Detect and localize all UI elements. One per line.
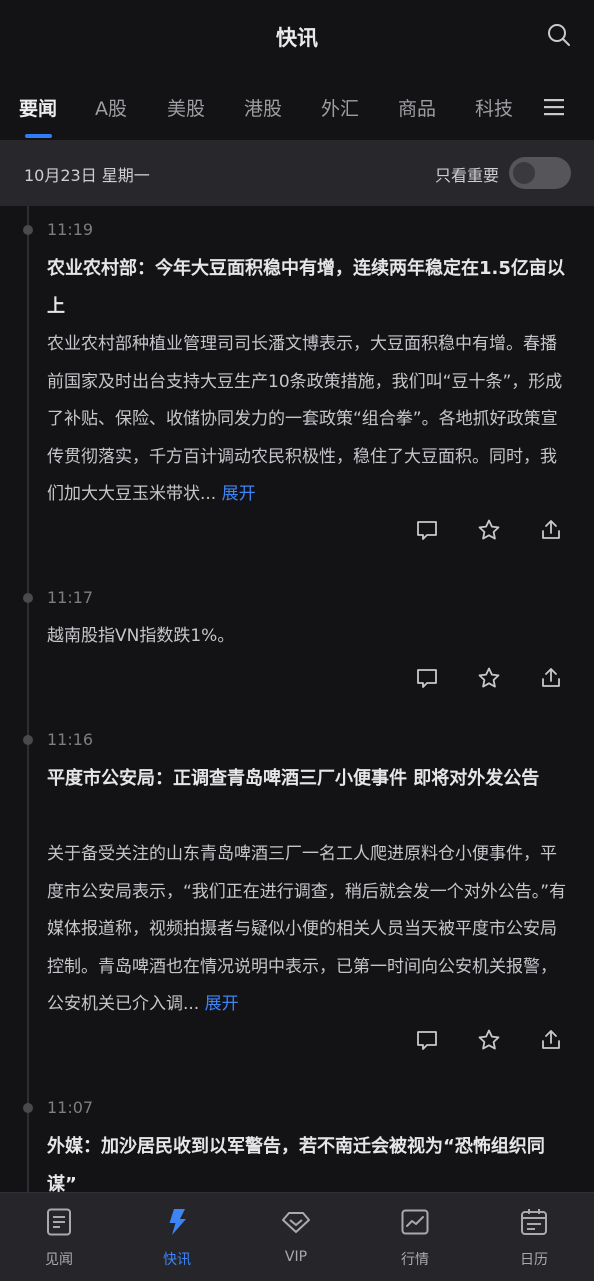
news-body-text: 关于备受关注的山东青岛啤酒三厂一名工人爬进原料仓小便事件，平度市公安局表示，“我… [47,844,567,1014]
news-headline[interactable]: 平度市公安局：正调查青岛啤酒三厂小便事件 即将对外发公告 [47,760,573,798]
toggle-knob [513,162,535,184]
news-time: 11:07 [47,1098,94,1117]
news-actions [0,666,594,692]
news-body-text: 越南股指VN指数跌1%。 [47,626,235,646]
news-body: 越南股指VN指数跌1%。 [47,618,573,656]
tab-us-stocks[interactable]: 美股 [167,94,205,121]
nav-label: 行情 [401,1252,429,1268]
tab-hk-stocks[interactable]: 港股 [244,94,282,121]
nav-label: 日历 [520,1252,548,1268]
nav-news[interactable]: 见闻 [0,1193,118,1281]
tab-headlines[interactable]: 要闻 [19,94,57,121]
comment-icon[interactable] [415,666,439,690]
timeline-dot [23,225,33,235]
nav-label: VIP [284,1249,308,1265]
news-body: 农业农村部种植业管理司司长潘文博表示，大豆面积稳中有增。春播前国家及时出台支持大… [47,326,573,514]
news-time: 11:17 [47,588,94,607]
share-icon[interactable] [539,666,563,690]
news-feed[interactable]: 11:19 农业农村部：今年大豆面积稳中有增，连续两年稳定在1.5亿亩以上 农业… [0,206,594,1192]
category-tabs: 要闻 A股 美股 港股 外汇 商品 科技 [0,72,594,140]
diamond-icon [282,1212,310,1233]
tab-forex[interactable]: 外汇 [321,94,359,121]
date-bar: 10月23日 星期一 只看重要 [0,140,594,206]
chart-icon [401,1209,429,1235]
bottom-nav: 见闻 快讯 VIP 行情 日历 [0,1192,594,1281]
news-actions [0,1028,594,1054]
tab-a-shares[interactable]: A股 [95,94,127,121]
nav-label: 快讯 [163,1252,191,1268]
tab-commodities[interactable]: 商品 [398,94,436,121]
news-time: 11:16 [47,730,94,749]
expand-link[interactable]: 展开 [205,994,239,1014]
lightning-icon [169,1209,186,1235]
current-date: 10月23日 星期一 [24,166,150,185]
news-time: 11:19 [47,220,94,239]
star-icon[interactable] [477,518,501,542]
nav-flash[interactable]: 快讯 [118,1193,236,1281]
comment-icon[interactable] [415,1028,439,1052]
timeline-dot [23,1103,33,1113]
nav-market[interactable]: 行情 [356,1193,474,1281]
nav-vip[interactable]: VIP [237,1193,355,1281]
share-icon[interactable] [539,1028,563,1052]
document-icon [47,1208,71,1236]
news-body-text: 农业农村部种植业管理司司长潘文博表示，大豆面积稳中有增。春播前国家及时出台支持大… [47,334,563,504]
important-only-label: 只看重要 [434,166,499,185]
expand-link[interactable]: 展开 [222,484,256,504]
news-actions [0,518,594,544]
star-icon[interactable] [477,666,501,690]
page-title: 快讯 [276,26,318,50]
news-body: 关于备受关注的山东青岛啤酒三厂一名工人爬进原料仓小便事件，平度市公安局表示，“我… [47,836,573,1024]
top-header: 快讯 [0,0,594,72]
comment-icon[interactable] [415,518,439,542]
nav-calendar[interactable]: 日历 [475,1193,593,1281]
calendar-icon [521,1209,547,1235]
news-headline[interactable]: 农业农村部：今年大豆面积稳中有增，连续两年稳定在1.5亿亩以上 [47,250,573,326]
nav-label: 见闻 [45,1252,73,1268]
important-only-toggle[interactable] [509,157,571,189]
tab-tech[interactable]: 科技 [475,94,513,121]
news-headline[interactable]: 外媒：加沙居民收到以军警告，若不南迁会被视为“恐怖组织同谋” [47,1128,573,1192]
star-icon[interactable] [477,1028,501,1052]
timeline-dot [23,593,33,603]
active-tab-indicator [25,134,52,138]
search-icon[interactable] [546,22,572,48]
share-icon[interactable] [539,518,563,542]
timeline-dot [23,735,33,745]
menu-icon[interactable] [544,98,564,116]
